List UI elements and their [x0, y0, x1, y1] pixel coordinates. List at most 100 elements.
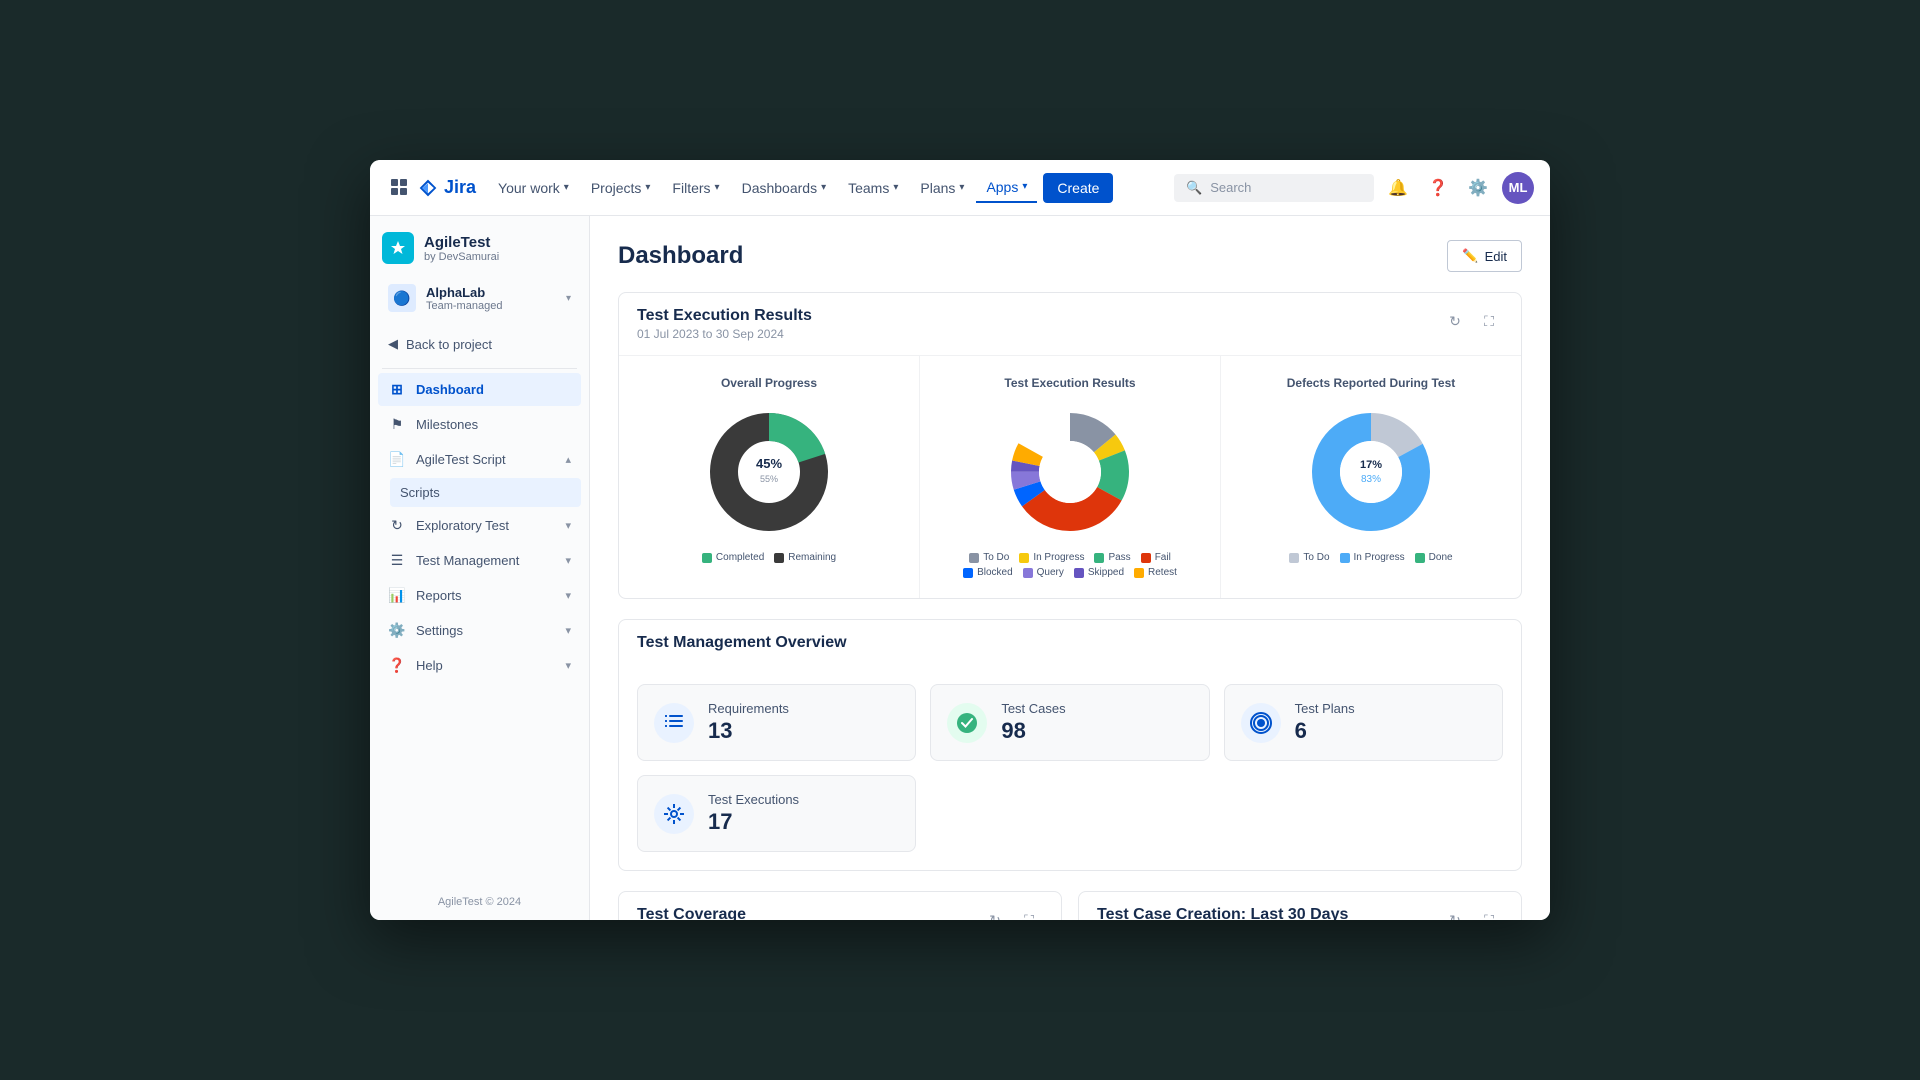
- settings-button[interactable]: ⚙️: [1462, 172, 1494, 204]
- refresh-creation-button[interactable]: ↻: [1441, 906, 1469, 920]
- topnav-right: 🔍 Search 🔔 ❓ ⚙️ ML: [1174, 172, 1534, 204]
- app-subtitle: by DevSamurai: [424, 251, 499, 263]
- edit-button[interactable]: ✏️ Edit: [1447, 240, 1522, 272]
- chevron-down-icon: ▾: [564, 182, 569, 193]
- nav-apps[interactable]: Apps ▾: [976, 173, 1037, 203]
- defects-donut: 17% 83% To Do In Progress: [1241, 402, 1501, 563]
- test-plans-card[interactable]: Test Plans 6: [1224, 684, 1503, 761]
- chevron-down-icon: ▾: [893, 182, 898, 193]
- test-cases-label: Test Cases: [1001, 701, 1065, 716]
- test-executions-icon: [654, 794, 694, 834]
- notifications-button[interactable]: 🔔: [1382, 172, 1414, 204]
- sidebar-divider: [382, 368, 577, 369]
- expand-creation-button[interactable]: ⛶: [1475, 906, 1503, 920]
- chevron-down-icon: ▾: [645, 182, 650, 193]
- sidebar-item-dashboard[interactable]: ⊞ Dashboard: [378, 373, 581, 406]
- nav-projects[interactable]: Projects ▾: [581, 174, 661, 202]
- chevron-down-icon: ▾: [566, 293, 571, 304]
- nav-dashboards[interactable]: Dashboards ▾: [732, 174, 837, 202]
- sidebar-item-exploratory-test[interactable]: ↻ Exploratory Test ▾: [378, 509, 581, 542]
- search-box[interactable]: 🔍 Search: [1174, 174, 1374, 202]
- requirements-card[interactable]: Requirements 13: [637, 684, 916, 761]
- create-button[interactable]: Create: [1043, 173, 1113, 203]
- test-plans-label: Test Plans: [1295, 701, 1355, 716]
- nav-your-work[interactable]: Your work ▾: [488, 174, 579, 202]
- test-execution-date: 01 Jul 2023 to 30 Sep 2024: [637, 327, 812, 341]
- edit-icon: ✏️: [1462, 248, 1478, 264]
- sidebar: AgileTest by DevSamurai 🔵 AlphaLab Team-…: [370, 216, 590, 920]
- requirements-value: 13: [708, 718, 789, 744]
- page-title: Dashboard: [618, 242, 743, 270]
- test-execution-results-title: Test Execution Results: [940, 376, 1200, 390]
- sidebar-footer: AgileTest © 2024: [370, 884, 589, 920]
- agiletest-logo: [382, 232, 414, 264]
- test-plans-value: 6: [1295, 718, 1355, 744]
- test-execution-header: Test Execution Results 01 Jul 2023 to 30…: [619, 293, 1521, 355]
- charts-row: Overall Progress 45% 55%: [619, 355, 1521, 598]
- search-placeholder: Search: [1210, 180, 1251, 195]
- sidebar-item-milestones[interactable]: ⚑ Milestones: [378, 408, 581, 441]
- overall-progress-donut: 45% 55% Completed Remaining: [639, 402, 899, 563]
- test-execution-svg: [1000, 402, 1140, 542]
- chevron-down-icon: ▾: [959, 182, 964, 193]
- test-executions-card[interactable]: Test Executions 17: [637, 775, 916, 852]
- legend-fail: Fail: [1141, 552, 1171, 563]
- test-coverage-title: Test Coverage: [637, 906, 746, 920]
- settings-icon: ⚙️: [388, 622, 406, 639]
- reports-icon: 📊: [388, 587, 406, 604]
- nav-plans[interactable]: Plans ▾: [910, 174, 974, 202]
- nav-items: Your work ▾ Projects ▾ Filters ▾ Dashboa…: [488, 173, 1170, 203]
- back-icon: ◀: [388, 336, 398, 352]
- project-selector[interactable]: 🔵 AlphaLab Team-managed ▾: [378, 276, 581, 320]
- top-navigation: Jira Your work ▾ Projects ▾ Filters ▾ Da…: [370, 160, 1550, 216]
- svg-text:45%: 45%: [756, 456, 782, 471]
- legend-retest: Retest: [1134, 567, 1177, 578]
- help-button[interactable]: ❓: [1422, 172, 1454, 204]
- sidebar-item-help[interactable]: ❓ Help ▾: [378, 649, 581, 682]
- refresh-button[interactable]: ↻: [1441, 307, 1469, 335]
- legend-defects-done: Done: [1415, 552, 1453, 563]
- sidebar-item-agiletest-script[interactable]: 📄 AgileTest Script ▴: [378, 443, 581, 476]
- svg-text:55%: 55%: [760, 474, 778, 484]
- expand-coverage-button[interactable]: ⛶: [1015, 906, 1043, 920]
- expand-button[interactable]: ⛶: [1475, 307, 1503, 335]
- test-case-creation-header: Test Case Creation: Last 30 Days ↻ ⛶: [1079, 892, 1521, 920]
- nav-filters[interactable]: Filters ▾: [662, 174, 729, 202]
- back-to-project-button[interactable]: ◀ Back to project: [378, 328, 581, 360]
- defects-legend: To Do In Progress Done: [1289, 552, 1452, 563]
- test-management-section: Test Management Overview: [618, 619, 1522, 871]
- legend-query: Query: [1023, 567, 1064, 578]
- grid-icon[interactable]: [386, 174, 414, 202]
- legend-remaining: Remaining: [774, 552, 836, 563]
- legend-pass: Pass: [1094, 552, 1130, 563]
- test-cases-card[interactable]: Test Cases 98: [930, 684, 1209, 761]
- test-management-header: Test Management Overview: [619, 620, 1521, 666]
- test-case-creation-section: Test Case Creation: Last 30 Days ↻ ⛶: [1078, 891, 1522, 920]
- script-icon: 📄: [388, 451, 406, 468]
- sidebar-item-test-management[interactable]: ☰ Test Management ▾: [378, 544, 581, 577]
- main-content: Dashboard ✏️ Edit Test Execution Results…: [590, 216, 1550, 920]
- sidebar-item-reports[interactable]: 📊 Reports ▾: [378, 579, 581, 612]
- requirements-label: Requirements: [708, 701, 789, 716]
- test-execution-results-chart: Test Execution Results: [920, 356, 1221, 598]
- test-plans-icon: [1241, 703, 1281, 743]
- jira-logo[interactable]: Jira: [418, 177, 476, 198]
- nav-teams[interactable]: Teams ▾: [838, 174, 908, 202]
- jira-logo-text: Jira: [444, 177, 476, 198]
- test-case-creation-actions: ↻ ⛶: [1441, 906, 1503, 920]
- refresh-coverage-button[interactable]: ↻: [981, 906, 1009, 920]
- sidebar-header: AgileTest by DevSamurai: [370, 216, 589, 276]
- chevron-down-icon: ▾: [565, 519, 571, 532]
- completed-dot: [702, 553, 712, 563]
- defects-chart: Defects Reported During Test 17%: [1221, 356, 1521, 598]
- test-management-title: Test Management Overview: [637, 634, 847, 652]
- overall-progress-chart: Overall Progress 45% 55%: [619, 356, 920, 598]
- svg-text:17%: 17%: [1360, 459, 1382, 471]
- sidebar-item-scripts[interactable]: Scripts: [390, 478, 581, 507]
- chevron-down-icon: ▾: [821, 182, 826, 193]
- chevron-down-icon: ▾: [565, 659, 571, 672]
- legend-defects-inprogress: In Progress: [1340, 552, 1405, 563]
- chevron-down-icon: ▾: [565, 624, 571, 637]
- sidebar-item-settings[interactable]: ⚙️ Settings ▾: [378, 614, 581, 647]
- user-avatar[interactable]: ML: [1502, 172, 1534, 204]
